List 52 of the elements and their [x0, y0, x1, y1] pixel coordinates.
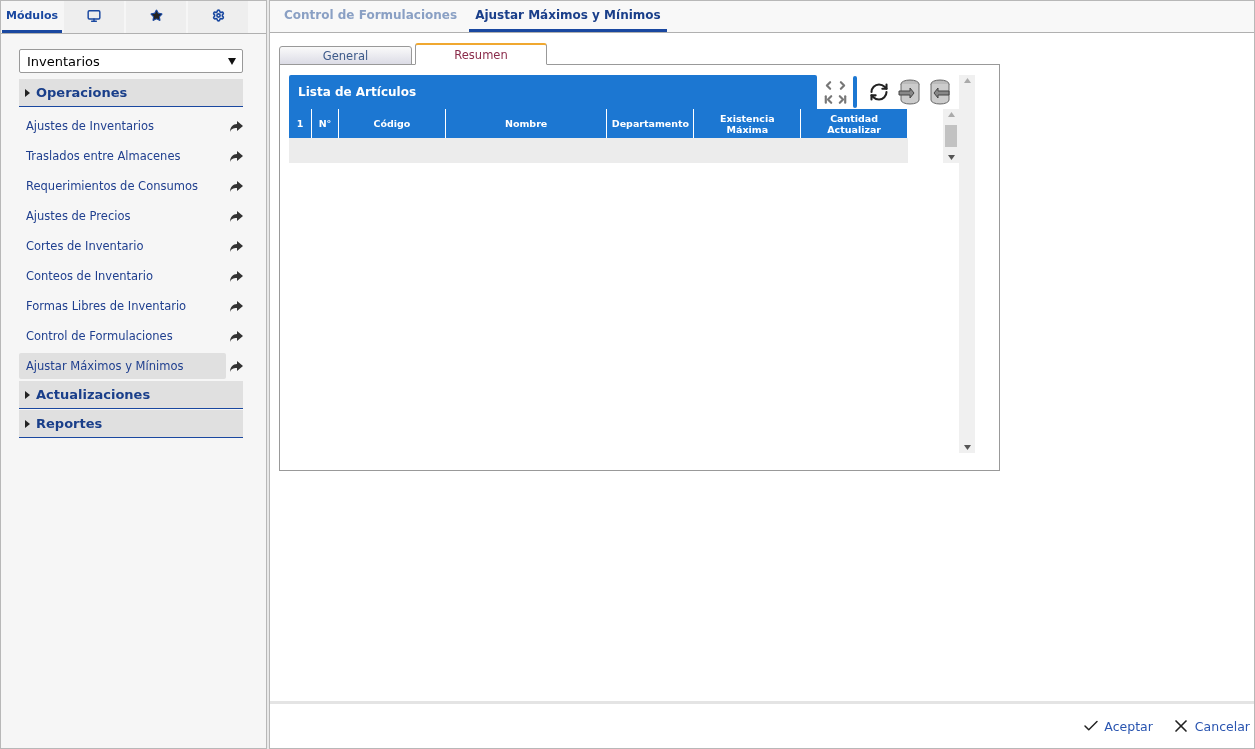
sidebar-tab[interactable] [126, 1, 186, 33]
cancel-button[interactable]: Cancelar [1170, 716, 1250, 736]
column-header: Departamento [607, 109, 695, 138]
column-header: Código [339, 109, 446, 138]
accept-button[interactable]: Aceptar [1082, 717, 1153, 735]
caret-icon [25, 419, 30, 428]
share-arrow-icon [230, 180, 243, 192]
grid-scrollbar[interactable] [943, 109, 959, 163]
share-arrow-icon [230, 270, 243, 282]
share-arrow-icon [230, 120, 243, 132]
menu-item[interactable]: Ajustar Máximos y Mínimos [19, 353, 226, 379]
menu-item[interactable]: Requerimientos de Consumos [19, 173, 226, 199]
menu-item[interactable]: Traslados entre Almacenes [19, 143, 226, 169]
document-tab[interactable]: Ajustar Máximos y Mínimos [469, 1, 667, 32]
share-arrow-icon [230, 300, 243, 312]
scroll-down-arrow-icon[interactable] [947, 155, 955, 160]
share-arrow-icon [230, 210, 243, 222]
monitor-icon [87, 8, 101, 23]
menu-item[interactable]: Formas Libres de Inventario [19, 293, 226, 319]
menu-item[interactable]: Control de Formulaciones [19, 323, 226, 349]
sidebar-tab[interactable] [188, 1, 248, 33]
menu-group-header[interactable]: Operaciones [19, 79, 243, 107]
share-arrow-icon [230, 330, 243, 342]
share-arrow-icon [230, 150, 243, 162]
dropdown-caret-icon [228, 57, 236, 65]
caret-icon [25, 88, 30, 97]
caret-icon [25, 390, 30, 399]
panel-scrollbar[interactable] [959, 75, 975, 453]
form-tab[interactable]: Resumen [415, 43, 547, 65]
share-arrow-icon [230, 240, 243, 252]
database-icon [898, 79, 920, 105]
menu-item[interactable]: Cortes de Inventario [19, 233, 226, 259]
menu-item[interactable]: Ajustes de Precios [19, 203, 226, 229]
column-header: N° [312, 109, 339, 138]
star-icon [149, 9, 163, 22]
column-header: Nombre [445, 109, 608, 138]
scroll-down-arrow-icon[interactable] [963, 445, 971, 450]
column-header: 1 [289, 109, 312, 138]
database-icon [928, 79, 950, 105]
menu-group-header[interactable]: Actualizaciones [19, 381, 243, 409]
module-select[interactable]: Inventarios [19, 49, 243, 73]
column-header: Existencia Máxima [694, 109, 802, 138]
grid-title: Lista de Artículos [289, 75, 817, 109]
form-tab[interactable]: General [279, 46, 412, 65]
menu-item[interactable]: Ajustes de Inventarios [19, 113, 226, 139]
column-header: Cantidad Actualizar [801, 109, 908, 138]
refresh-icon [869, 82, 889, 102]
menu-item[interactable]: Conteos de Inventario [19, 263, 226, 289]
share-arrow-icon [230, 360, 243, 372]
menu-group-header[interactable]: Reportes [19, 410, 243, 438]
gear-icon [211, 9, 225, 22]
sidebar-tab[interactable] [64, 1, 124, 33]
